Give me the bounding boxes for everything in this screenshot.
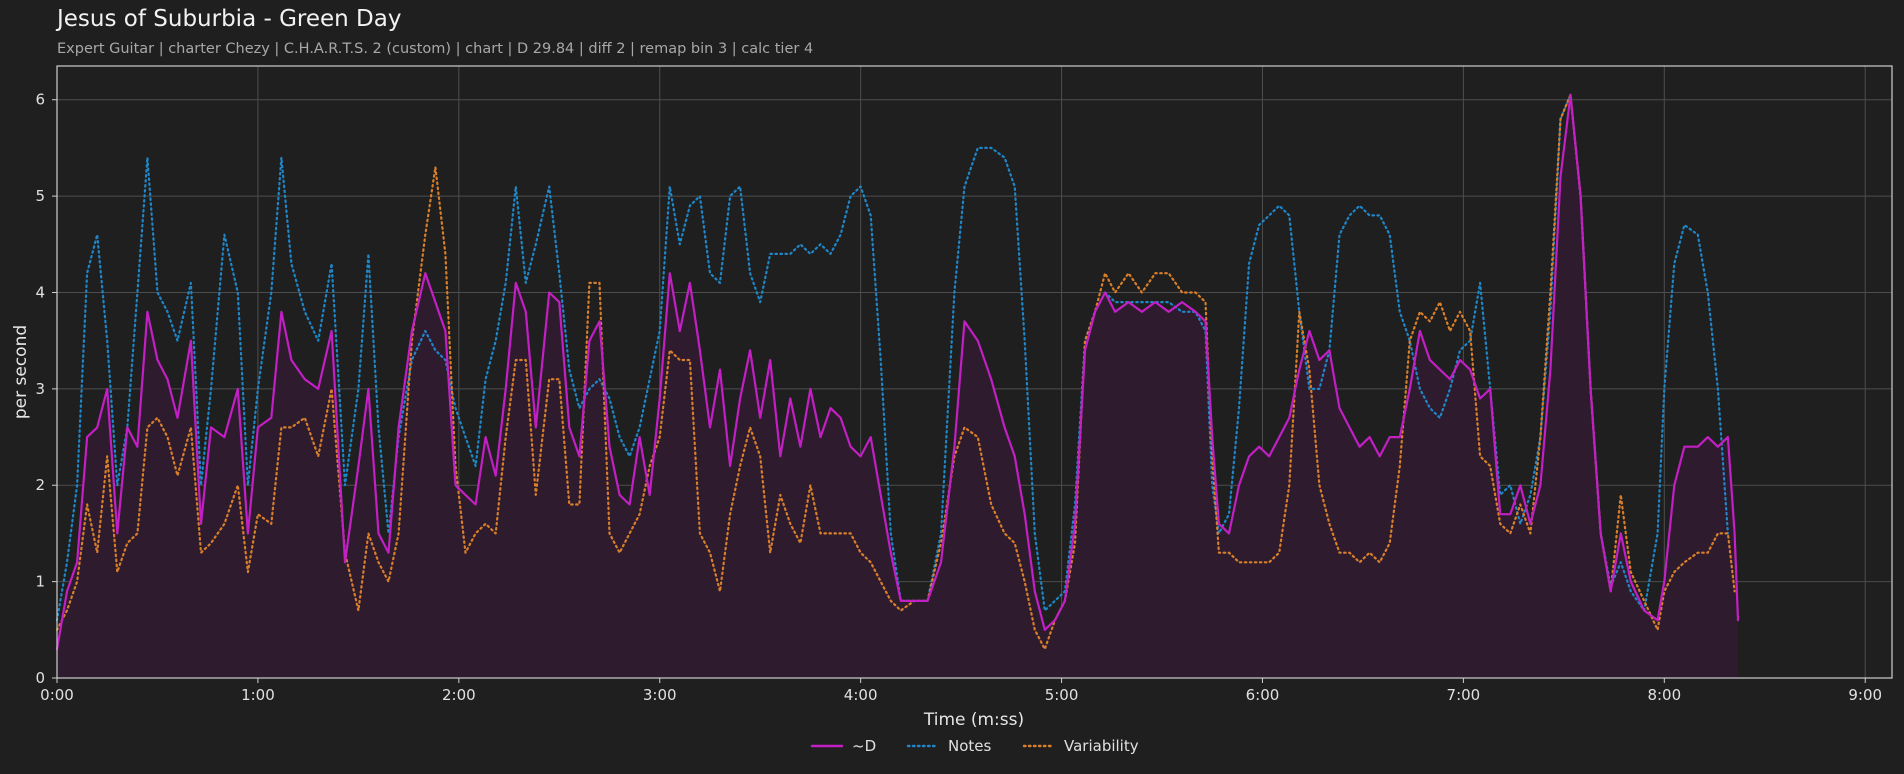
x-tick-label: 5:00 bbox=[1045, 686, 1079, 704]
x-tick-label: 4:00 bbox=[844, 686, 878, 704]
x-tick-label: 8:00 bbox=[1647, 686, 1681, 704]
y-tick-label: 2 bbox=[35, 476, 45, 494]
legend-label: ~D bbox=[852, 737, 876, 755]
y-tick-label: 5 bbox=[35, 187, 45, 205]
x-tick-label: 0:00 bbox=[40, 686, 74, 704]
x-tick-label: 3:00 bbox=[643, 686, 677, 704]
y-tick-label: 6 bbox=[35, 91, 45, 109]
y-tick-label: 3 bbox=[35, 380, 45, 398]
x-tick-label: 6:00 bbox=[1246, 686, 1280, 704]
chart-canvas: 0:00 1:00 2:00 3:00 4:00 5:00 6:00 7:00 8:00 9:00… bbox=[11, 65, 1893, 755]
x-tick-label: 2:00 bbox=[442, 686, 476, 704]
legend-label: Variability bbox=[1064, 737, 1139, 755]
x-tick-label: 7:00 bbox=[1447, 686, 1481, 704]
y-axis-label: per second bbox=[11, 325, 31, 419]
y-tick-label: 1 bbox=[35, 573, 45, 591]
y-tick-label: 4 bbox=[35, 283, 45, 301]
y-tick-label: 0 bbox=[35, 669, 45, 687]
x-axis-label: Time (m:ss) bbox=[923, 710, 1024, 730]
x-tick-label: 9:00 bbox=[1848, 686, 1882, 704]
legend: ~D Notes Variability bbox=[810, 737, 1139, 755]
x-tick-label: 1:00 bbox=[241, 686, 275, 704]
legend-label: Notes bbox=[948, 737, 992, 755]
